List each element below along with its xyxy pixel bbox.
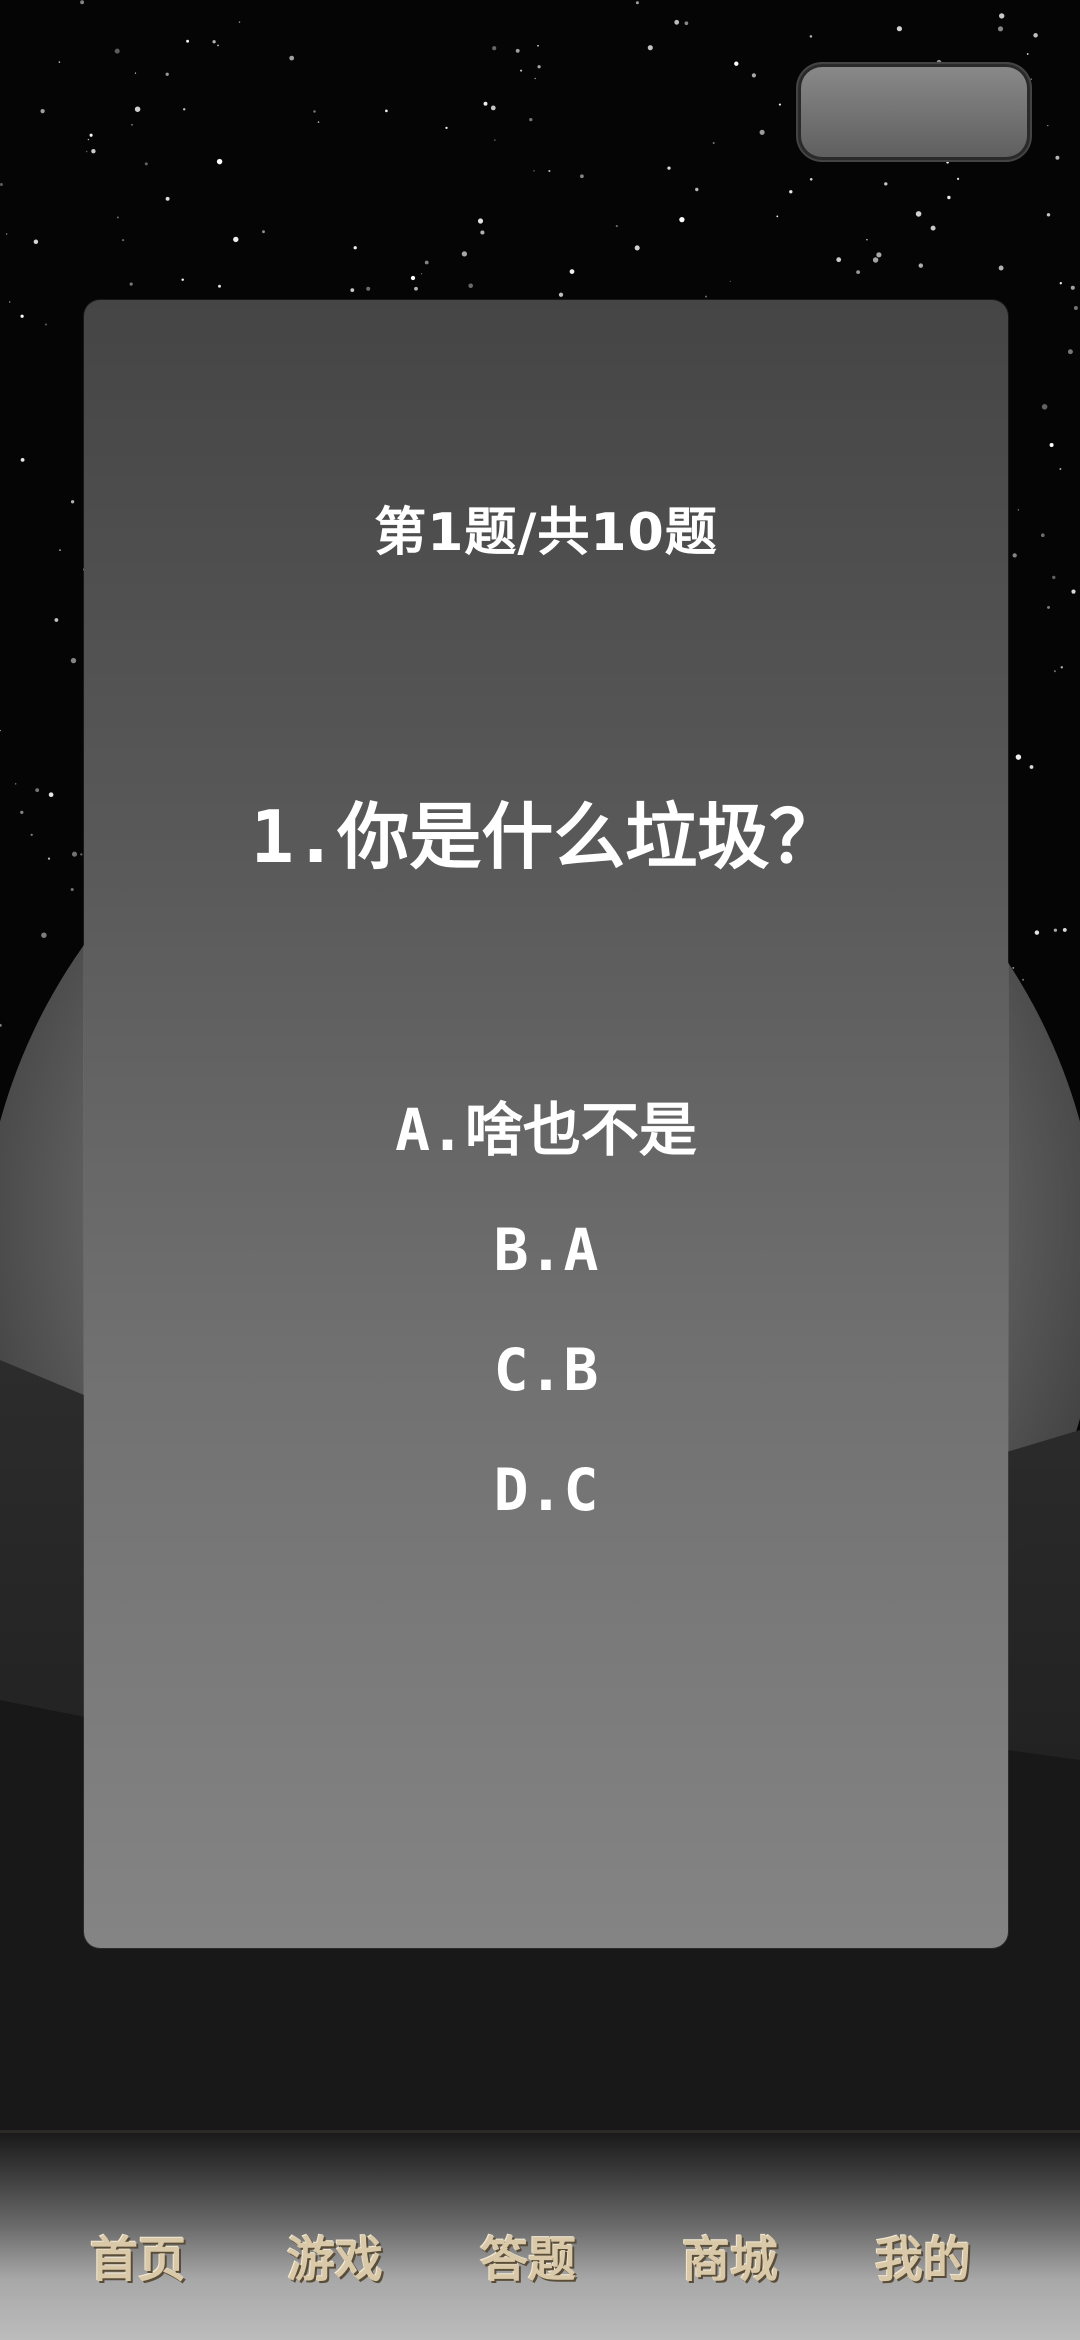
top-pill-button[interactable] bbox=[798, 64, 1030, 160]
tab-mine[interactable]: 我的 bbox=[853, 2225, 993, 2295]
bottom-tab-bar: 首页 游戏 答题 商城 我的 bbox=[0, 2130, 1080, 2340]
question-text: 1.你是什么垃圾？ bbox=[250, 795, 842, 879]
tab-game[interactable]: 游戏 bbox=[265, 2225, 405, 2295]
option-b[interactable]: B.A bbox=[84, 1190, 1008, 1310]
question-progress: 第1题/共10题 bbox=[374, 503, 718, 563]
tab-home[interactable]: 首页 bbox=[68, 2225, 208, 2295]
quiz-card: 第1题/共10题 1.你是什么垃圾？ A.啥也不是 B.A C.B D.C bbox=[84, 300, 1008, 1948]
option-d[interactable]: D.C bbox=[84, 1430, 1008, 1550]
tab-quiz[interactable]: 答题 bbox=[458, 2225, 598, 2295]
options-list: A.啥也不是 B.A C.B D.C bbox=[84, 1070, 1008, 1550]
option-a[interactable]: A.啥也不是 bbox=[84, 1070, 1008, 1190]
option-c[interactable]: C.B bbox=[84, 1310, 1008, 1430]
tab-shop[interactable]: 商城 bbox=[660, 2225, 800, 2295]
